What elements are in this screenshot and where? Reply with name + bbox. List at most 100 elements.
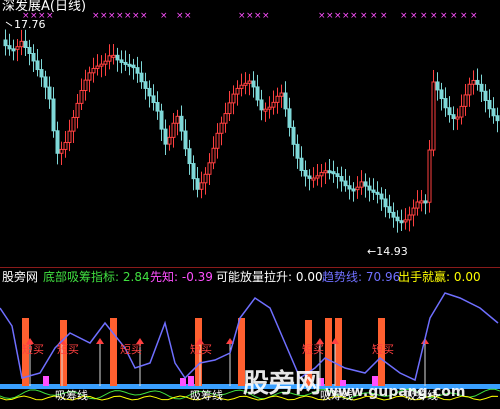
- candle-body: [55, 130, 60, 154]
- candle-body: [407, 214, 412, 221]
- high-price-tick: [5, 21, 13, 27]
- candle-body: [411, 207, 416, 216]
- candle-body: [179, 115, 184, 132]
- candle-body: [187, 148, 192, 165]
- signal-marker: ×: [100, 11, 108, 21]
- signal-marker: ×: [342, 11, 350, 21]
- candle-body: [59, 148, 64, 154]
- signal-marker: ×: [400, 11, 408, 21]
- candle-body: [135, 67, 140, 74]
- price-chart-panel[interactable]: × × × × × × × × × × × × × × × × × × × × × × × × × × × × × × × × × × 深发展A(…: [0, 0, 500, 267]
- signal-accumulation-line: 吸筹线: [55, 389, 88, 402]
- candle-body: [327, 170, 332, 174]
- candle-body: [495, 115, 500, 122]
- candle-body: [99, 63, 104, 67]
- candle-body: [431, 81, 436, 151]
- signal-marker: ×: [334, 11, 342, 21]
- signal-marker: ×: [326, 11, 334, 21]
- candle-body: [95, 65, 100, 69]
- candle-body: [363, 181, 368, 187]
- candle-body: [475, 79, 480, 85]
- signal-short-buy: 短买: [120, 343, 142, 356]
- signal-short-buy: 短买: [302, 343, 324, 356]
- signal-marker: ×: [184, 11, 192, 21]
- signal-marker: ×: [370, 11, 378, 21]
- candlestick-chart: × × × × × × × × × × × × × × × × × × × × × × × × × × × × × × × × × ×: [3, 11, 500, 233]
- low-price-label: ←14.93: [367, 245, 408, 258]
- signal-bar: [110, 318, 117, 386]
- candle-body: [143, 81, 148, 89]
- signal-marker: ×: [116, 11, 124, 21]
- candle-body: [75, 102, 80, 118]
- candle-body: [27, 46, 32, 55]
- signal-short-buy: 短买: [57, 343, 79, 356]
- candle-body: [423, 200, 428, 204]
- candle-body: [427, 149, 432, 203]
- candle-body: [119, 59, 124, 63]
- candle-body: [175, 115, 180, 124]
- signal-bar: [325, 318, 332, 386]
- indicator-panel[interactable]: 股旁网 底部吸筹指标: 2.84 先知: -0.39 可能放量拉升: 0.00 …: [0, 268, 500, 409]
- candle-body: [107, 55, 112, 62]
- signal-accumulation-line: 吸筹线: [190, 389, 223, 402]
- candle-body: [315, 175, 320, 179]
- high-price-label: 17.76: [14, 18, 46, 31]
- signal-marker: ×: [160, 11, 168, 21]
- signal-marker: ×: [430, 11, 438, 21]
- candle-body: [23, 40, 28, 48]
- candle-body: [83, 79, 88, 92]
- candle-body: [7, 45, 12, 50]
- signal-marker: ×: [124, 11, 132, 21]
- indicator-item-bottom-accumulation: 底部吸筹指标: 2.84: [43, 270, 150, 284]
- candle-body: [219, 122, 224, 134]
- candle-body: [19, 40, 24, 48]
- candle-body: [415, 201, 420, 209]
- candle-body: [275, 95, 280, 103]
- candle-body: [403, 219, 408, 223]
- candle-body: [183, 130, 188, 150]
- candle-body: [31, 53, 36, 62]
- signal-marker: ×: [92, 11, 100, 21]
- candle-body: [207, 162, 212, 175]
- candle-body: [91, 67, 96, 74]
- candle-body: [171, 122, 176, 138]
- signal-marker: ×: [108, 11, 116, 21]
- candle-body: [339, 176, 344, 182]
- candle-body: [199, 182, 204, 190]
- candle-body: [347, 185, 352, 190]
- chart-title: 深发展A(日线): [2, 0, 87, 14]
- prophet-bar: [188, 376, 194, 386]
- candle-body: [247, 80, 252, 84]
- candle-body: [451, 114, 456, 120]
- candle-body: [319, 172, 324, 177]
- watermark-url: www.gupang.com: [325, 384, 466, 400]
- candle-body: [131, 64, 136, 69]
- candle-body: [491, 108, 496, 117]
- candle-body: [223, 113, 228, 124]
- signal-marker: ×: [132, 11, 140, 21]
- candle-body: [435, 81, 440, 91]
- candle-body: [387, 206, 392, 213]
- signal-marker: ×: [440, 11, 448, 21]
- candle-body: [163, 128, 168, 145]
- candle-body: [251, 80, 256, 88]
- candle-body: [439, 89, 444, 100]
- signal-marker: ×: [254, 11, 262, 21]
- candle-body: [47, 86, 52, 100]
- candle-body: [379, 193, 384, 200]
- candle-body: [455, 116, 460, 120]
- candle-body: [287, 108, 292, 128]
- candle-body: [87, 72, 92, 81]
- candle-body: [311, 177, 316, 181]
- candle-body: [259, 99, 264, 111]
- candle-body: [151, 95, 156, 104]
- signal-marker: ×: [238, 11, 246, 21]
- candle-body: [303, 169, 308, 177]
- candle-body: [159, 110, 164, 130]
- candle-body: [351, 188, 356, 192]
- candle-body: [283, 92, 288, 110]
- candle-body: [335, 173, 340, 178]
- candle-body: [323, 170, 328, 174]
- candle-body: [395, 216, 400, 222]
- candle-body: [203, 173, 208, 184]
